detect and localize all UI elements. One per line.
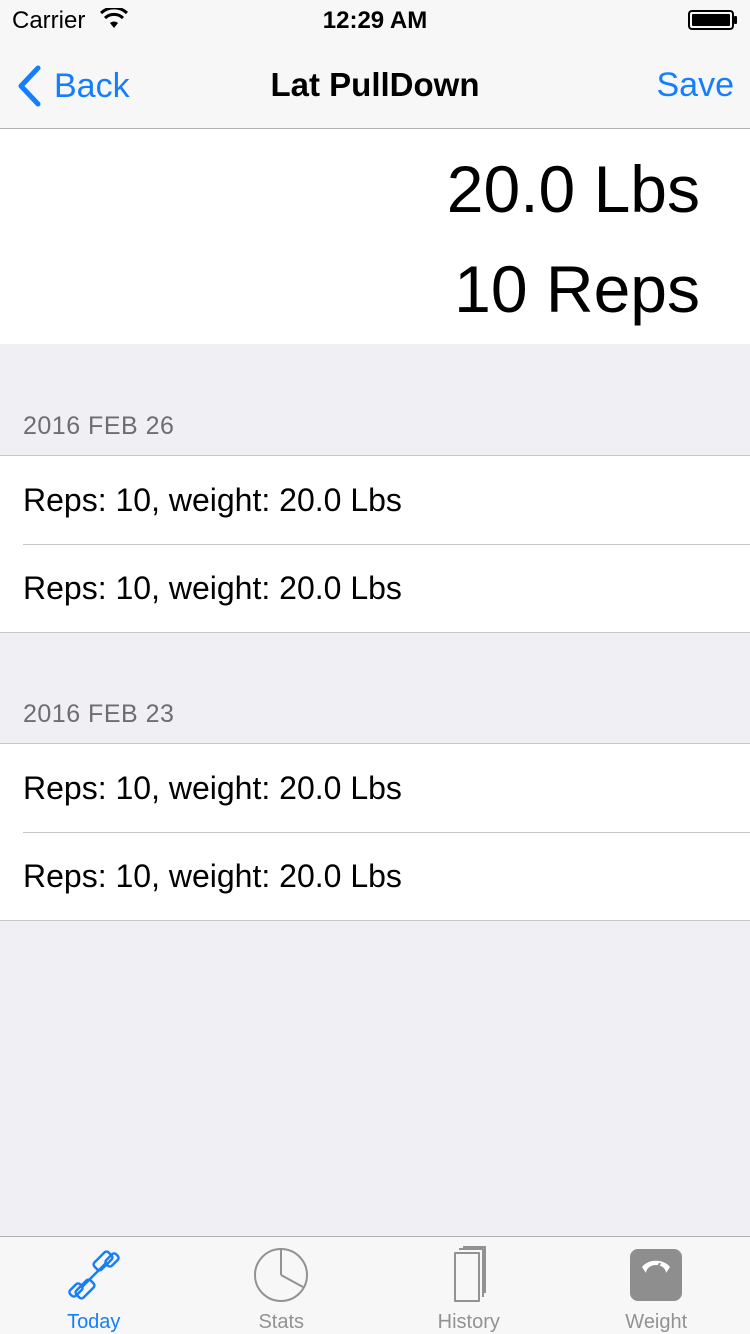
tab-label: Today bbox=[67, 1311, 121, 1333]
history-group: Reps: 10, weight: 20.0 Lbs Reps: 10, wei… bbox=[0, 743, 750, 921]
pie-chart-icon bbox=[254, 1248, 309, 1302]
battery-icon bbox=[688, 10, 737, 30]
tab-stats[interactable]: Stats bbox=[188, 1237, 376, 1334]
status-time: 12:29 AM bbox=[322, 7, 428, 34]
dumbbell-icon bbox=[67, 1250, 120, 1300]
status-bar: Carrier 12:29 AM bbox=[0, 0, 750, 40]
scale-icon bbox=[630, 1249, 683, 1301]
current-set-summary[interactable]: 20.0 Lbs 10 Reps bbox=[0, 129, 750, 344]
table-row[interactable]: Reps: 10, weight: 20.0 Lbs bbox=[0, 832, 750, 920]
reps-value[interactable]: 10 Reps bbox=[454, 251, 700, 327]
tab-bar: Today Stats History Weight bbox=[0, 1236, 750, 1334]
weight-value[interactable]: 20.0 Lbs bbox=[447, 151, 700, 227]
tab-label: History bbox=[437, 1311, 500, 1333]
section-header: 2016 FEB 26 bbox=[23, 412, 175, 440]
book-icon bbox=[453, 1246, 486, 1302]
tab-label: Weight bbox=[625, 1311, 688, 1333]
table-row[interactable]: Reps: 10, weight: 20.0 Lbs bbox=[0, 456, 750, 544]
navigation-bar: Back Lat PullDown Save bbox=[0, 40, 750, 129]
section-header: 2016 FEB 23 bbox=[23, 700, 175, 728]
tab-today[interactable]: Today bbox=[0, 1237, 188, 1334]
table-row[interactable]: Reps: 10, weight: 20.0 Lbs bbox=[0, 544, 750, 632]
table-row[interactable]: Reps: 10, weight: 20.0 Lbs bbox=[0, 744, 750, 832]
save-button[interactable]: Save bbox=[657, 66, 735, 105]
tab-label: Stats bbox=[258, 1311, 305, 1333]
history-group: Reps: 10, weight: 20.0 Lbs Reps: 10, wei… bbox=[0, 455, 750, 633]
tab-history[interactable]: History bbox=[375, 1237, 563, 1334]
tab-weight[interactable]: Weight bbox=[563, 1237, 750, 1334]
page-title: Lat PullDown bbox=[270, 66, 480, 103]
